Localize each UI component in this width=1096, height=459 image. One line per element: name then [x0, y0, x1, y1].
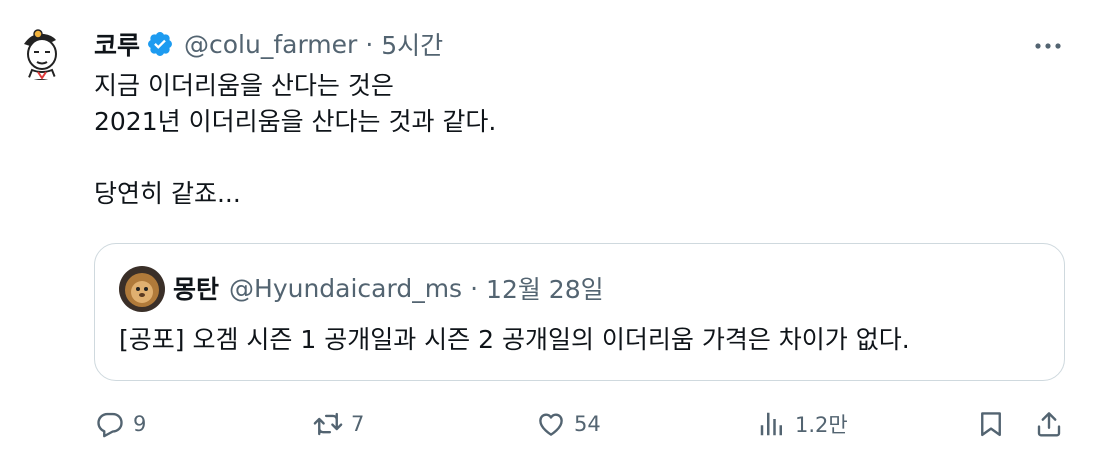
tweet-timestamp[interactable]: 5시간 [381, 26, 443, 62]
author-name[interactable]: 코루 [94, 26, 140, 62]
tweet-line: 2021년 이더리움을 산다는 것과 같다. [94, 107, 497, 136]
retweet-icon [313, 412, 343, 436]
author-avatar[interactable] [12, 22, 70, 80]
heart-icon [539, 413, 563, 436]
action-bar: 9 7 54 1.2만 [0, 402, 1096, 446]
bookmark-icon [981, 412, 1001, 437]
separator-dot: · [365, 29, 374, 59]
quoted-author-name[interactable]: 몽탄 [173, 270, 219, 306]
retweet-count: 7 [351, 412, 365, 436]
quoted-author-handle[interactable]: @Hyundaicard_ms [229, 274, 462, 303]
quoted-timestamp[interactable]: 12월 28일 [486, 270, 604, 306]
reply-icon [97, 412, 123, 438]
like-button[interactable]: 54 [536, 402, 601, 446]
author-handle[interactable]: @colu_farmer [184, 30, 357, 59]
views-count: 1.2만 [795, 413, 848, 437]
views-button[interactable]: 1.2만 [757, 402, 848, 446]
tweet-line: 당연히 같죠... [94, 179, 241, 208]
tweet-text: 지금 이더리움을 산다는 것은 2021년 이더리움을 산다는 것과 같다. 당… [94, 68, 1054, 212]
bookmark-button[interactable] [976, 402, 1006, 446]
quoted-text: [공포] 오겜 시즌 1 공개일과 시즌 2 공개일의 이더리움 가격은 차이가… [119, 325, 910, 354]
retweet-button[interactable]: 7 [313, 402, 364, 446]
tweet-line [94, 140, 1054, 176]
verified-badge-icon [146, 30, 174, 58]
quoted-author-avatar[interactable] [119, 266, 165, 312]
reply-count: 9 [133, 412, 147, 436]
separator-dot: · [470, 273, 479, 303]
ellipsis-icon [1035, 43, 1061, 49]
views-bar-chart-icon [760, 412, 782, 436]
tweet-line: 지금 이더리움을 산다는 것은 [94, 71, 394, 100]
reply-button[interactable]: 9 [95, 402, 146, 446]
tweet-card[interactable]: 코루 @colu_farmer · 5시간 지금 이더리움을 산다는 것은 20… [0, 0, 1096, 459]
share-button[interactable] [1034, 402, 1064, 446]
share-icon [1037, 412, 1061, 437]
like-count: 54 [574, 412, 601, 436]
quoted-header: 몽탄 @Hyundaicard_ms · 12월 28일 [173, 268, 604, 308]
tweet-header: 코루 @colu_farmer · 5시간 [94, 24, 443, 64]
quoted-tweet[interactable]: 몽탄 @Hyundaicard_ms · 12월 28일 [공포] 오겜 시즌 … [94, 243, 1065, 381]
more-options-button[interactable] [1028, 28, 1068, 64]
